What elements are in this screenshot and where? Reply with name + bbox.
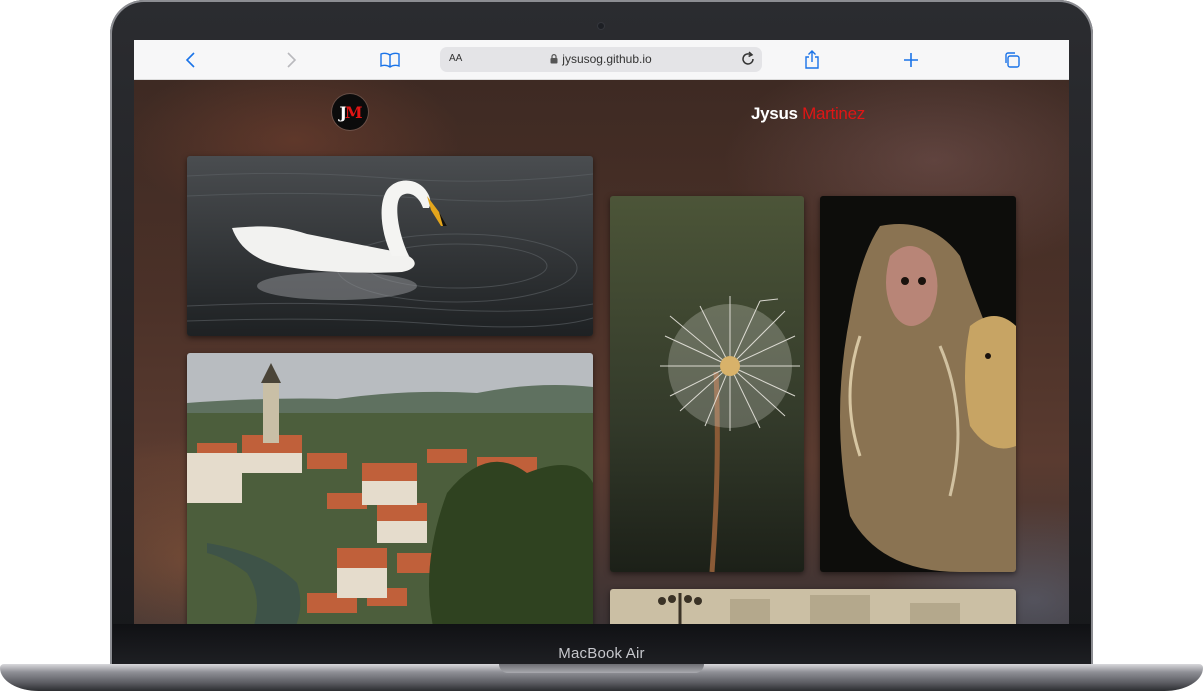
url-text: jysusog.github.io — [562, 52, 652, 66]
base-notch — [499, 664, 704, 673]
chevron-left-icon[interactable] — [179, 48, 203, 72]
browser-toolbar: AA jysusog.github.io — [134, 40, 1069, 80]
gallery-photo-swan[interactable] — [187, 156, 593, 336]
chevron-right-icon[interactable] — [279, 48, 303, 72]
site-logo[interactable]: JM — [332, 94, 368, 130]
camera — [598, 23, 604, 29]
gallery-photo-monkeys[interactable] — [820, 196, 1016, 572]
gallery-photo-street[interactable] — [610, 589, 1016, 624]
share-icon[interactable] — [800, 48, 824, 72]
site-name[interactable]: Jysus Martinez — [751, 104, 865, 124]
web-page: JM Jysus Martinez — [134, 80, 1069, 624]
book-icon[interactable] — [378, 48, 402, 72]
reload-icon[interactable] — [740, 50, 756, 73]
gallery-photo-town[interactable] — [187, 353, 593, 624]
lock-icon — [550, 53, 558, 67]
plus-icon[interactable] — [899, 48, 923, 72]
site-name-first: Jysus — [751, 104, 798, 123]
logo-letter-m: M — [344, 102, 363, 122]
site-name-last: Martinez — [802, 104, 865, 123]
gallery-photo-dandelion[interactable] — [610, 196, 804, 572]
tabs-icon[interactable] — [1000, 48, 1024, 72]
address-bar[interactable]: AA jysusog.github.io — [440, 47, 762, 72]
url-text-wrap: jysusog.github.io — [440, 52, 762, 67]
model-label: MacBook Air — [558, 645, 645, 662]
screen: AA jysusog.github.io JM Jysus Martinez — [134, 40, 1069, 624]
